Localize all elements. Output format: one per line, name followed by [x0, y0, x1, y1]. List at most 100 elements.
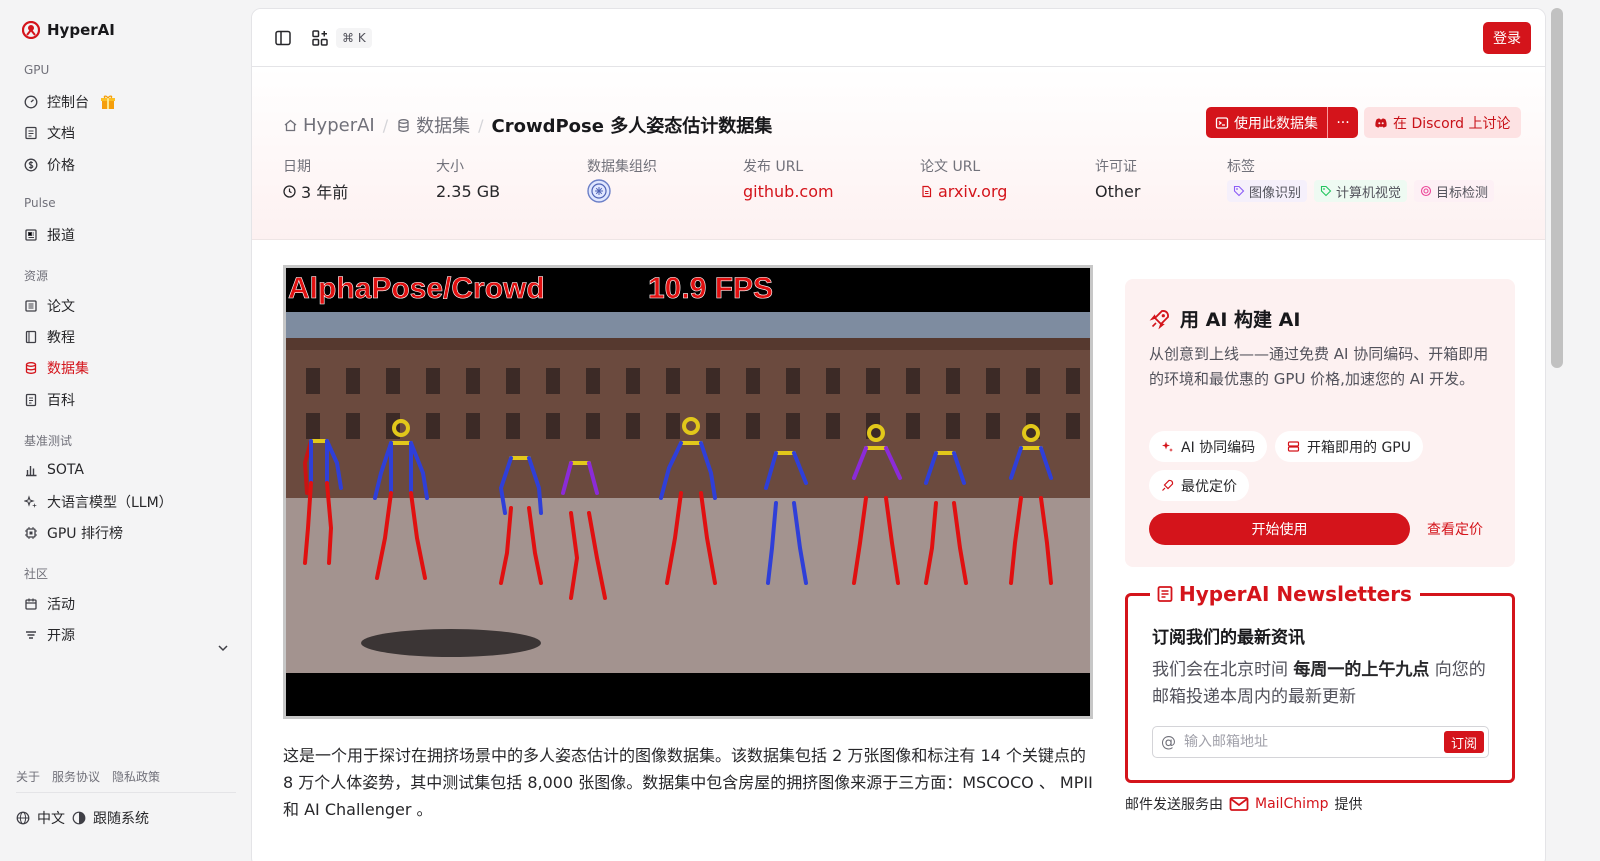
use-dataset-button[interactable]: 使用此数据集 [1206, 107, 1328, 138]
bar-chart-icon [26, 466, 37, 477]
meta-license: 许可证 Other [1095, 156, 1140, 202]
subscribe-button[interactable]: 订阅 [1443, 731, 1484, 753]
feature-best-price: 最优定价 [1149, 470, 1249, 501]
at-sign-icon: @ [1161, 733, 1176, 751]
sparkles-icon [24, 495, 37, 508]
tag-label: 图像识别 [1249, 185, 1302, 201]
release-url-link[interactable]: github.com [743, 180, 834, 202]
sidebar-item-datasets[interactable]: 数据集 [24, 357, 89, 379]
email-input[interactable] [1184, 734, 1424, 750]
breadcrumb-home-label: HyperAI [303, 114, 375, 136]
sidebar-item-label: 百科 [47, 393, 75, 409]
sidebar-item-label: SOTA [47, 462, 84, 478]
theme-select[interactable]: 跟随系统 [93, 808, 149, 828]
database-icon [398, 118, 409, 132]
ai-build-description: 从创意到上线——通过免费 AI 协同编码、开箱即用的环境和最优惠的 GPU 价格… [1149, 345, 1489, 388]
sidebar-item-label: GPU 排行榜 [47, 526, 123, 542]
meta-date-value: 3 年前 [301, 183, 349, 202]
list-filter-icon [26, 631, 36, 639]
apps-grid-icon[interactable] [311, 29, 329, 47]
mail-service-credit: 邮件发送服务由 MailChimp 提供 [1125, 794, 1363, 814]
mailchimp-link[interactable]: MailChimp [1255, 796, 1329, 812]
sidebar: HyperAI GPU 控制台 文档 价格 Pulse 报道 资源 论文 教程 … [0, 0, 252, 861]
document-icon [25, 126, 37, 140]
privacy-link[interactable]: 隐私政策 [112, 768, 160, 785]
meta-paper-url: 论文 URL arxiv.org [920, 156, 1007, 202]
section-title-resources: 资源 [24, 269, 49, 283]
meta-paper-label: 论文 URL [920, 159, 981, 175]
terms-link[interactable]: 服务协议 [52, 768, 100, 785]
get-started-button[interactable]: 开始使用 [1149, 513, 1410, 545]
dataset-description: 这是一个用于探讨在拥挤场景中的多人姿态估计的图像数据集。该数据集包括 2 万张图… [283, 746, 1093, 819]
sidebar-item-pricing[interactable]: 价格 [24, 154, 75, 176]
breadcrumb-home[interactable]: HyperAI [283, 115, 375, 136]
discord-discuss-button[interactable]: 在 Discord 上讨论 [1364, 107, 1521, 138]
ai-build-title: 用 AI 构建 AI [1180, 309, 1301, 331]
language-select[interactable]: 中文 [37, 808, 65, 828]
paper-icon [25, 300, 37, 312]
rocket-icon [1149, 309, 1169, 329]
newsletter-title: 订阅我们的最新资讯 [1152, 628, 1305, 648]
sidebar-item-llm[interactable]: 大语言模型（LLM） [24, 491, 173, 513]
chevron-down-icon[interactable] [216, 641, 230, 655]
feature-label: 开箱即用的 GPU [1307, 439, 1411, 456]
sidebar-item-label: 开源 [47, 628, 75, 644]
sidebar-item-console[interactable]: 控制台 [24, 91, 116, 113]
sidebar-item-sota[interactable]: SOTA [24, 459, 84, 481]
about-link[interactable]: 关于 [16, 768, 40, 785]
page-scrollbar[interactable] [1551, 8, 1563, 368]
theme-icon [72, 811, 86, 825]
sidebar-item-papers[interactable]: 论文 [24, 295, 75, 317]
rocket-icon [1162, 479, 1174, 491]
image-caption-right: 10.9 FPS [648, 272, 773, 305]
breadcrumb-separator: / [382, 115, 389, 135]
sidebar-toggle-icon[interactable] [274, 29, 292, 47]
tag-list: 图像识别 计算机视觉 目标检测 [1227, 180, 1495, 202]
sidebar-item-gpu-leaderboard[interactable]: GPU 排行榜 [24, 522, 123, 544]
sidebar-item-reports[interactable]: 报道 [24, 224, 75, 246]
breadcrumb: HyperAI / 数据集 / CrowdPose 多人姿态估计数据集 [283, 112, 772, 138]
sidebar-item-label: 文档 [47, 126, 75, 142]
app-logo[interactable]: HyperAI [22, 21, 115, 39]
tag-label: 计算机视觉 [1336, 185, 1402, 201]
page-title: CrowdPose 多人姿态估计数据集 [491, 116, 773, 137]
ai-build-card: 用 AI 构建 AI 从创意到上线——通过免费 AI 协同编码、开箱即用的环境和… [1125, 279, 1515, 567]
dataset-preview-image: AlphaPose/Crowd 10.9 FPS [283, 265, 1093, 719]
feature-ai-coding: AI 协同编码 [1149, 431, 1268, 462]
paper-url-link[interactable]: arxiv.org [920, 180, 1007, 202]
cpu-icon [25, 527, 37, 539]
discord-label: 在 Discord 上讨论 [1393, 115, 1511, 132]
more-options-button[interactable]: ··· [1328, 107, 1358, 138]
meta-release-url: 发布 URL github.com [743, 156, 834, 202]
newsletter-header-label: HyperAI Newsletters [1179, 582, 1412, 606]
meta-size-label: 大小 [436, 159, 464, 175]
hyperai-logo-icon [22, 21, 40, 39]
paper-url-label: arxiv.org [938, 181, 1008, 201]
sidebar-item-docs[interactable]: 文档 [24, 122, 75, 144]
sidebar-item-tutorials[interactable]: 教程 [24, 326, 75, 348]
breadcrumb-datasets[interactable]: 数据集 [396, 112, 470, 138]
tag-object-detection[interactable]: 目标检测 [1414, 180, 1495, 202]
mail-icon [1229, 797, 1249, 811]
sidebar-item-label: 数据集 [47, 361, 89, 377]
use-dataset-group: 使用此数据集 ··· [1206, 107, 1358, 138]
sidebar-item-events[interactable]: 活动 [24, 593, 75, 615]
search-shortcut[interactable]: ⌘ K [336, 28, 372, 48]
view-pricing-link[interactable]: 查看定价 [1427, 519, 1483, 539]
mail-credit-pre: 邮件发送服务由 [1125, 797, 1223, 813]
newsletter-header: HyperAI Newsletters [1150, 582, 1420, 606]
section-title-benchmarks: 基准测试 [24, 434, 73, 448]
book-icon [25, 330, 37, 344]
meta-size: 大小 2.35 GB [436, 156, 500, 202]
sidebar-item-wiki[interactable]: 百科 [24, 389, 75, 411]
sidebar-item-open-source[interactable]: 开源 [24, 624, 75, 646]
tag-computer-vision[interactable]: 计算机视觉 [1314, 180, 1408, 202]
sidebar-item-label: 大语言模型（LLM） [47, 495, 173, 511]
sparkles-icon [1162, 441, 1173, 452]
organization-logo-icon[interactable] [587, 179, 611, 203]
tag-icon [1320, 185, 1332, 197]
meta-org: 数据集组织 [587, 156, 657, 203]
tag-image-recognition[interactable]: 图像识别 [1227, 180, 1308, 202]
login-button[interactable]: 登录 [1483, 22, 1531, 54]
meta-org-row [587, 179, 657, 203]
